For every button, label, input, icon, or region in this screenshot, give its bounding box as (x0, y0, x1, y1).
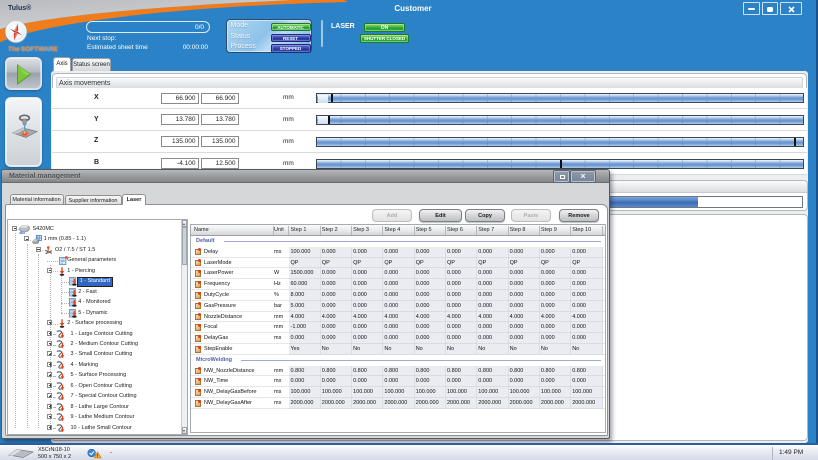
svg-text:abc: abc (19, 231, 25, 234)
